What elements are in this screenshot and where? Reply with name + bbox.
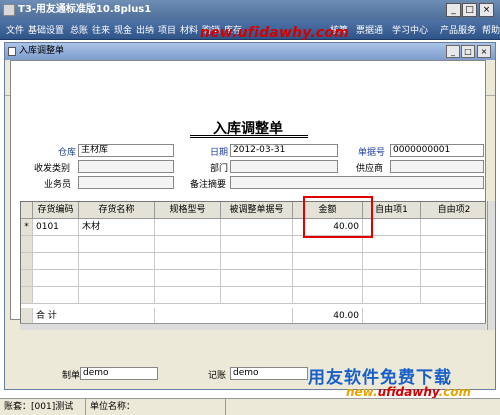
bookkeeper-field[interactable]: demo bbox=[230, 367, 308, 380]
doc-no-label: 单据号 bbox=[358, 148, 386, 158]
maker-field[interactable]: demo bbox=[80, 367, 158, 380]
menu-bills[interactable]: 票据通 bbox=[356, 23, 383, 36]
doc-close-button[interactable]: × bbox=[477, 45, 491, 58]
close-button[interactable]: × bbox=[479, 3, 494, 17]
menu-product-service[interactable]: 产品服务 bbox=[440, 23, 476, 36]
amount-highlight-box bbox=[303, 196, 373, 238]
clerk-field[interactable] bbox=[78, 176, 174, 189]
row-marker: * bbox=[21, 219, 33, 236]
maker-label: 制单 bbox=[62, 371, 81, 381]
totals-label: 合 计 bbox=[33, 308, 155, 324]
bookkeeper-label: 记账 bbox=[208, 371, 227, 381]
cell-spec[interactable] bbox=[155, 219, 221, 236]
doc-no-field[interactable]: 0000000001 bbox=[390, 144, 484, 157]
detail-grid: 存货编码 存货名称 规格型号 被调整单据号 金额 自由项1 自由项2 * 010… bbox=[20, 201, 486, 330]
menu-file[interactable]: 文件 bbox=[6, 23, 24, 36]
totals-amount: 40.00 bbox=[293, 308, 363, 324]
department-label: 部门 bbox=[210, 164, 229, 174]
doc-maximize-button[interactable]: □ bbox=[461, 45, 475, 58]
memo-label: 备注摘要 bbox=[190, 180, 227, 190]
column-header[interactable]: 存货编码 bbox=[33, 202, 79, 219]
column-header[interactable]: 存货名称 bbox=[79, 202, 155, 219]
app-title: T3-用友通标准版10.8plus1 bbox=[18, 4, 152, 15]
maximize-button[interactable]: □ bbox=[462, 3, 477, 17]
menu-basic-settings[interactable]: 基础设置 bbox=[28, 23, 64, 36]
column-header[interactable]: 规格型号 bbox=[155, 202, 221, 219]
memo-field[interactable] bbox=[230, 176, 484, 189]
grid-horizontal-scrollbar[interactable] bbox=[20, 323, 486, 330]
department-field[interactable] bbox=[230, 160, 338, 173]
warehouse-field[interactable]: 主材库 bbox=[78, 144, 174, 157]
status-bar: 账套：[001]测试 单位名称： bbox=[0, 398, 500, 415]
minimize-button[interactable]: _ bbox=[446, 3, 461, 17]
column-header[interactable]: 自由项2 bbox=[421, 202, 485, 219]
grid-vertical-scrollbar[interactable] bbox=[487, 201, 495, 330]
doc-minimize-button[interactable]: _ bbox=[446, 45, 460, 58]
watermark-url-bottom: new.ufidawhy.com bbox=[346, 385, 472, 399]
app-icon bbox=[3, 4, 15, 16]
document-title-bar: 入库调整单 bbox=[5, 43, 495, 60]
menu-materials[interactable]: 材料 bbox=[180, 23, 198, 36]
app-title-bar: T3-用友通标准版10.8plus1 bbox=[0, 0, 500, 20]
column-header[interactable]: 被调整单据号 bbox=[221, 202, 293, 219]
menu-learning-center[interactable]: 学习中心 bbox=[392, 23, 428, 36]
warehouse-label: 仓库 bbox=[58, 148, 77, 158]
menu-help[interactable]: 帮助 bbox=[482, 23, 500, 36]
supplier-field[interactable] bbox=[390, 160, 484, 173]
menu-cashier[interactable]: 出纳 bbox=[136, 23, 154, 36]
cell-free-item-2[interactable] bbox=[421, 219, 485, 236]
receive-type-field[interactable] bbox=[78, 160, 174, 173]
status-account: 账套：[001]测试 bbox=[0, 399, 86, 415]
clerk-label: 业务员 bbox=[44, 180, 72, 190]
supplier-label: 供应商 bbox=[356, 164, 384, 174]
date-field[interactable]: 2012-03-31 bbox=[230, 144, 338, 157]
menu-cash[interactable]: 现金 bbox=[114, 23, 132, 36]
menu-project[interactable]: 项目 bbox=[158, 23, 176, 36]
cell-item-code[interactable]: 0101 bbox=[33, 219, 79, 236]
menu-general-ledger[interactable]: 总账 bbox=[70, 23, 88, 36]
document-window-title: 入库调整单 bbox=[19, 46, 65, 56]
cell-adjusted-doc-no[interactable] bbox=[221, 219, 293, 236]
receive-type-label: 收发类别 bbox=[34, 164, 71, 174]
menu-receivables[interactable]: 往来 bbox=[92, 23, 110, 36]
cell-item-name[interactable]: 木材 bbox=[79, 219, 155, 236]
row-header-corner bbox=[21, 202, 33, 219]
totals-row-marker bbox=[21, 308, 33, 324]
document-icon bbox=[8, 47, 16, 56]
date-label: 日期 bbox=[210, 148, 229, 158]
title-underline bbox=[190, 135, 308, 138]
watermark-url-top: new.ufidawhy.com bbox=[200, 25, 349, 41]
status-unit-name: 单位名称： bbox=[86, 399, 226, 415]
